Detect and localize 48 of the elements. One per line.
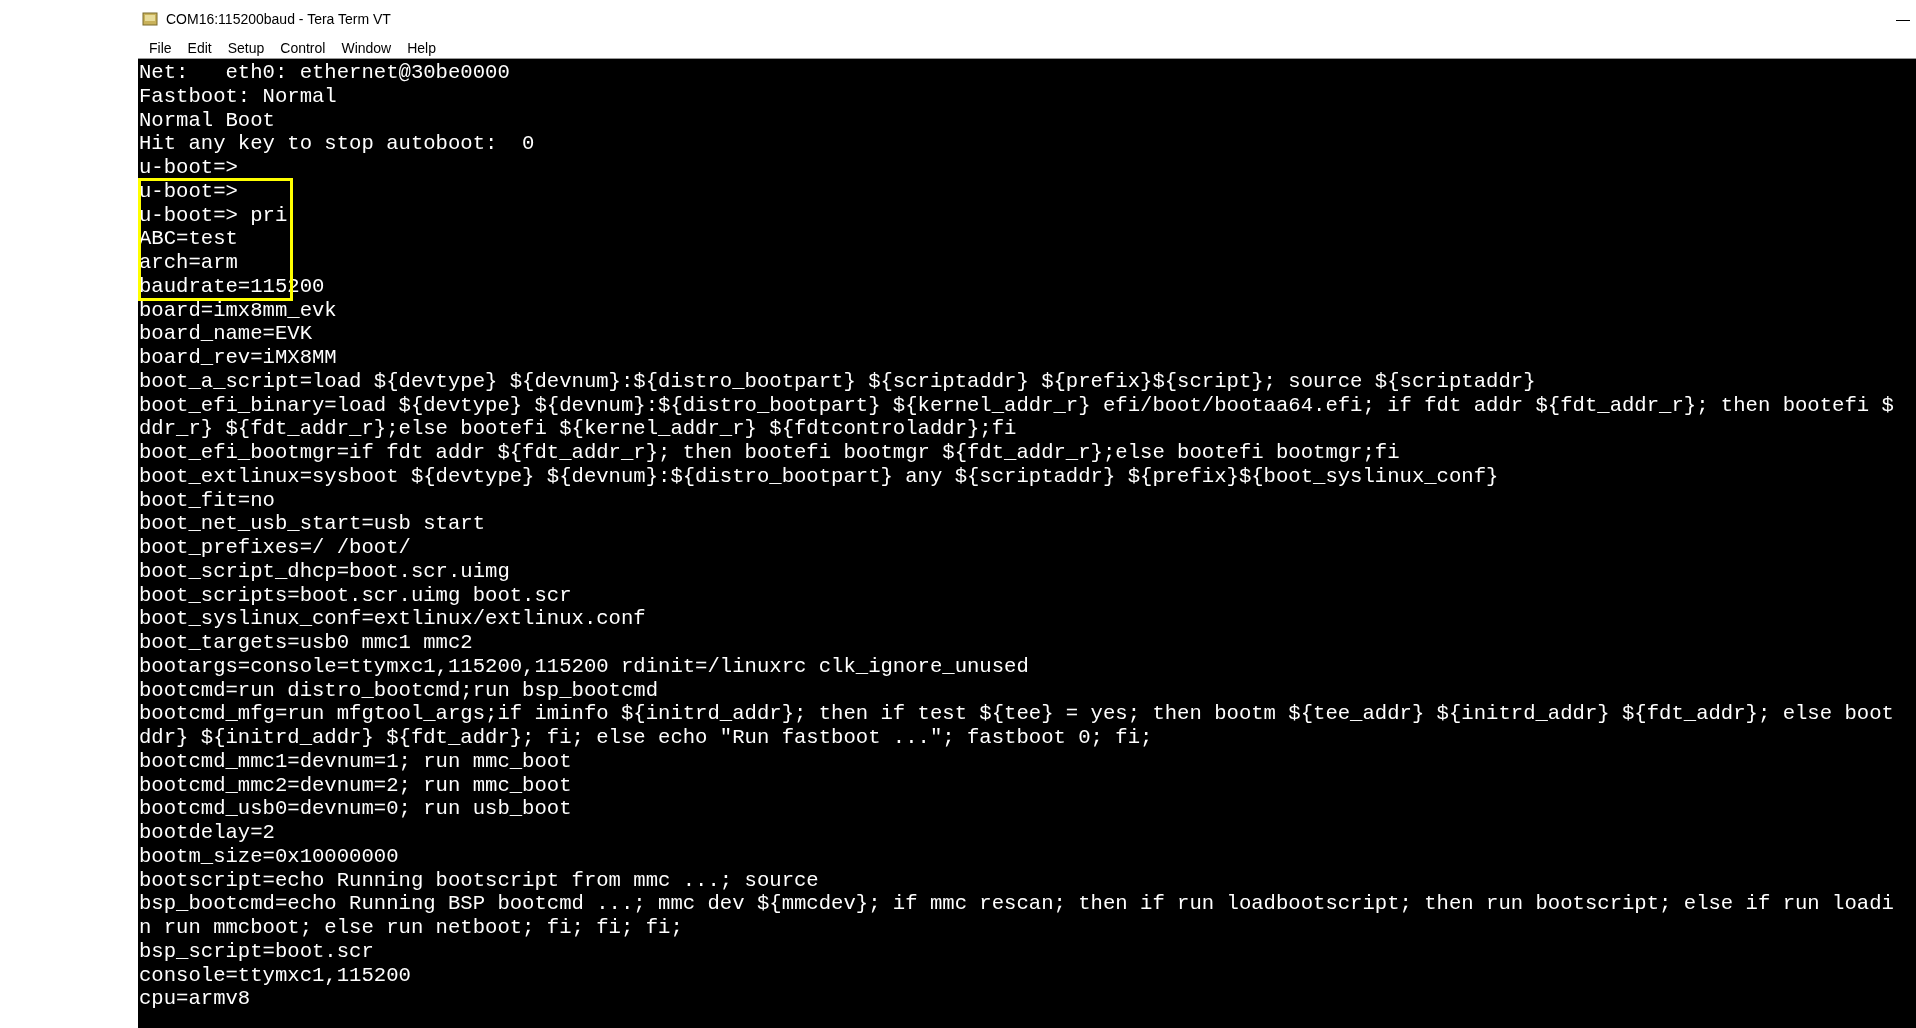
- terminal-line: boot_efi_bootmgr=if fdt addr ${fdt_addr_r}; then bootefi bootmgr ${fdt_addr_r};else bootefi bootmgr;fi: [138, 441, 1400, 465]
- terminal-line: bootcmd_usb0=devnum=0; run usb_boot: [138, 797, 572, 821]
- app-icon: [142, 11, 158, 27]
- minimize-button[interactable]: —: [1890, 11, 1916, 27]
- terminal-line: boot_net_usb_start=usb start: [138, 512, 486, 536]
- terminal-line: bootm_size=0x10000000: [138, 844, 399, 869]
- terminal-line: u-boot=> pri: [138, 203, 288, 228]
- terminal-line: board_name=EVK: [138, 322, 313, 346]
- terminal-line: boot_targets=usb0 mmc1 mmc2: [138, 631, 473, 655]
- terminal-line: bootcmd=run distro_bootcmd;run bsp_bootcmd: [138, 678, 659, 703]
- terminal-line: ddr_r} ${fdt_addr_r};else bootefi ${kernel_addr_r} ${fdtcontroladdr};fi: [138, 417, 1017, 441]
- terminal-line: boot_prefixes=/ /boot/: [138, 536, 411, 560]
- terminal-line: cpu=armv8: [138, 987, 251, 1011]
- terminal-line: Fastboot: Normal: [138, 84, 337, 109]
- terminal-line: u-boot=>: [138, 179, 238, 204]
- terminal-line: bsp_script=boot.scr: [138, 939, 374, 964]
- terminal-line: boot_efi_binary=load ${devtype} ${devnum}:${distro_bootpart} ${kernel_addr_r} efi/boot/bootaa64.efi; if fdt addr ${fdt_addr_r}; then bootefi $: [138, 393, 1894, 418]
- menu-item[interactable]: Window: [334, 40, 399, 56]
- terminal-line: console=ttymxc1,115200: [138, 963, 411, 988]
- terminal-line: boot_script_dhcp=boot.scr.uimg: [138, 559, 510, 584]
- terminal-line: Hit any key to stop autoboot: 0: [138, 132, 535, 156]
- terminal-line: boot_fit=no: [138, 488, 275, 513]
- terminal-line: board_rev=iMX8MM: [138, 346, 337, 370]
- window-title: COM16:115200baud - Tera Term VT: [166, 11, 392, 27]
- menu-item[interactable]: Edit: [180, 40, 219, 56]
- terminal-line: board=imx8mm_evk: [138, 298, 337, 323]
- terminal-line: boot_syslinux_conf=extlinux/extlinux.conf: [138, 607, 646, 631]
- menu-item[interactable]: File: [142, 40, 179, 56]
- terminal-line: Net: eth0: ethernet@30be0000: [138, 61, 510, 85]
- menu-item[interactable]: Control: [273, 40, 333, 56]
- terminal-line: arch=arm: [138, 251, 238, 275]
- terminal-line: boot_scripts=boot.scr.uimg boot.scr: [138, 583, 572, 608]
- menu-item[interactable]: Setup: [220, 40, 272, 56]
- terminal-line: bootscript=echo Running bootscript from mmc ...; source: [138, 868, 819, 893]
- terminal-line: ABC=test: [138, 227, 238, 251]
- terminal-line: u-boot=>: [138, 156, 238, 180]
- terminal-line: bsp_bootcmd=echo Running BSP bootcmd ...; mmc dev ${mmcdev}; if mmc rescan; then if run loadbootscript; then run bootscript; else if run loadi: [138, 892, 1894, 916]
- terminal-line: bootcmd_mmc1=devnum=1; run mmc_boot: [138, 749, 572, 774]
- terminal-line: bootcmd_mfg=run mfgtool_args;if iminfo ${initrd_addr}; then if test ${tee} = yes; then bootm ${tee_addr} ${initrd_addr} ${fdt_addr}; else boot: [138, 702, 1894, 726]
- terminal-line: ddr} ${initrd_addr} ${fdt_addr}; fi; else echo "Run fastboot ..."; fastboot 0; fi;: [138, 726, 1153, 750]
- terminal-line: bootargs=console=ttymxc1,115200,115200 rdinit=/linuxrc clk_ignore_unused: [138, 654, 1029, 679]
- terminal-line: bootcmd_mmc2=devnum=2; run mmc_boot: [138, 773, 572, 798]
- terminal-line: bootdelay=2: [138, 821, 275, 845]
- terminal-line: n run mmcboot; else run netboot; fi; fi; fi;: [138, 916, 683, 940]
- menu-item[interactable]: Help: [400, 40, 443, 56]
- terminal-line: Normal Boot: [138, 108, 275, 133]
- terminal-line: boot_extlinux=sysboot ${devtype} ${devnum}:${distro_bootpart} any ${scriptaddr} ${prefix}${boot_syslinux_conf}: [138, 464, 1499, 489]
- terminal-line: boot_a_script=load ${devtype} ${devnum}:${distro_bootpart} ${scriptaddr} ${prefix}${script}; source ${scriptaddr}: [138, 369, 1536, 394]
